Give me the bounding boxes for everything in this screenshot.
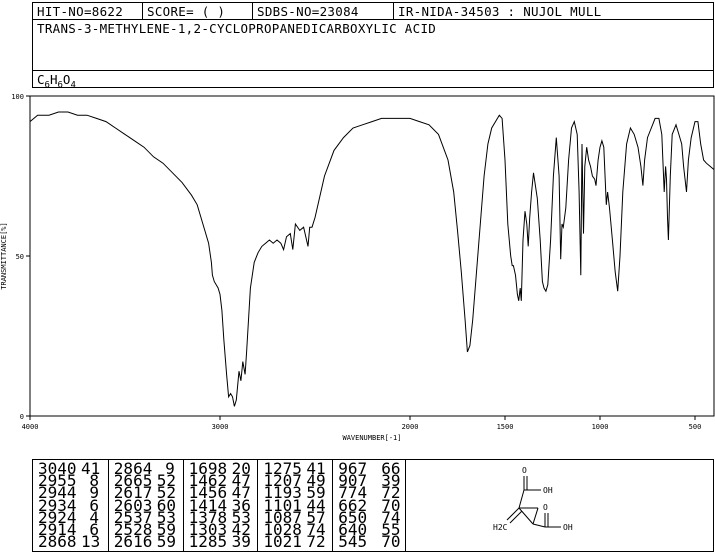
peak-wavenumber: 1285: [188, 532, 228, 552]
peak-wavenumber: 545: [338, 532, 368, 552]
x-tick-label: 500: [689, 423, 702, 431]
peak-column: 967 66 907 39 774 72 662 70 650 74 640 55 545 70: [332, 460, 408, 551]
hydroxyl-bottom: OH: [563, 523, 573, 532]
y-tick-label: 0: [20, 413, 24, 421]
x-tick-label: 1000: [592, 423, 609, 431]
peak-wavenumber: 1021: [263, 532, 302, 552]
peak-transmittance: 59: [156, 532, 177, 552]
plot-frame: [29, 95, 715, 417]
x-tick-label: 2000: [402, 423, 419, 431]
y-tick-label: 100: [11, 93, 24, 101]
peak-column: 3040 41 2955 8 2944 9 2934 6 2924 4 2914 6 2868 13: [33, 460, 108, 551]
peak-transmittance: 72: [306, 532, 326, 552]
methylene-group: H2C: [493, 523, 508, 532]
structure-box: O OH O OH H2C: [405, 459, 714, 552]
peak-transmittance: 70: [381, 532, 401, 552]
molecular-structure: O OH O OH H2C: [493, 466, 573, 532]
carbonyl-oxygen-bottom: O: [543, 503, 548, 512]
x-tick-label: 3000: [212, 423, 229, 431]
x-axis-label: WAVENUMBER[-1]: [342, 434, 401, 442]
peak-column: 1698 20 1462 47 1456 47 1414 36 1378 53 1303 42 1285…: [182, 460, 259, 552]
x-tick-label: 1500: [497, 423, 514, 431]
peak-column: 1275 41 1207 49 1193 59 1101 44 1087 57 1028 74 1021…: [257, 460, 333, 551]
spectrum-line: [29, 111, 715, 407]
x-tick-label: 4000: [22, 423, 39, 431]
peak-table: 3040 41 2955 8 2944 9 2934 6 2924 4 2914 6 2868 13 286…: [32, 459, 406, 552]
ir-spectrum-chart: 0 50 100 4000 3000 2000 1500 1000 500 WAVENUMBE…: [11, 93, 715, 442]
y-axis-ticks: 0 50 100: [11, 93, 30, 421]
y-tick-label: 50: [16, 253, 24, 261]
peak-wavenumber: 2616: [113, 532, 153, 552]
x-axis-ticks: 4000 3000 2000 1500 1000 500: [22, 416, 702, 431]
peak-wavenumber: 2868: [38, 532, 77, 552]
peak-column: 2864 9 2665 52 2617 52 2603 60 2537 53 2528 59 2616 5…: [107, 460, 184, 552]
hydroxyl-top: OH: [543, 486, 553, 495]
peak-transmittance: 39: [231, 532, 251, 552]
carbonyl-oxygen-top: O: [522, 466, 527, 475]
peak-transmittance: 13: [81, 532, 101, 552]
